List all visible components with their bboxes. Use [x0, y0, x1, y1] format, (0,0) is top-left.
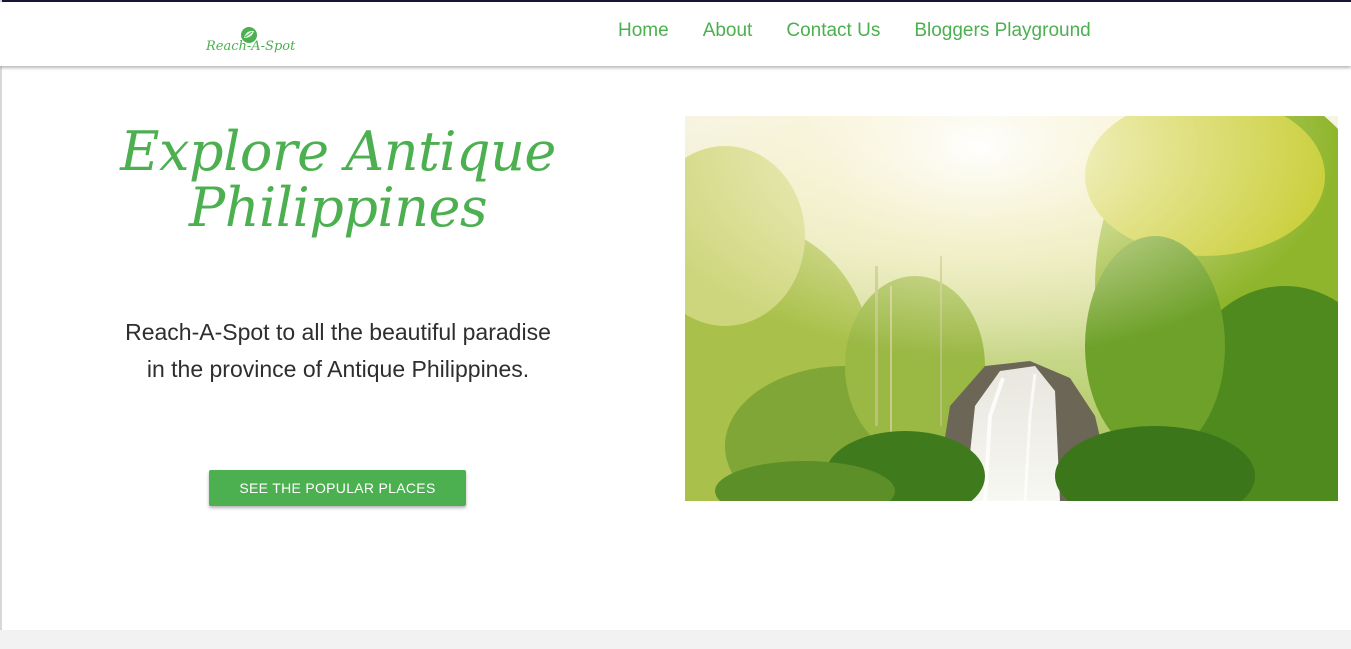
footer-strip — [0, 630, 1351, 649]
nav-links: Home About Contact Us Bloggers Playgroun… — [618, 20, 1125, 42]
left-edge — [0, 0, 2, 649]
nav-link-bloggers-playground[interactable]: Bloggers Playground — [914, 20, 1090, 42]
nav-link-home[interactable]: Home — [618, 20, 669, 42]
hero-title-line2: Philippines — [188, 176, 488, 239]
hero-description: Reach-A-Spot to all the beautiful paradi… — [125, 319, 551, 382]
brand-text: Reach-A-Spot — [206, 39, 296, 54]
hero-waterfall-image — [685, 116, 1338, 501]
brand-logo[interactable]: Reach-A-Spot — [200, 26, 300, 56]
nav-link-about[interactable]: About — [703, 20, 753, 42]
hero-title: Explore Antique Philippines — [90, 124, 586, 236]
navbar: Reach-A-Spot Home About Contact Us Blogg… — [0, 2, 1351, 66]
see-popular-places-button[interactable]: SEE THE POPULAR PLACES — [209, 470, 466, 506]
nav-link-contact-us[interactable]: Contact Us — [786, 20, 880, 42]
hero-title-line1: Explore Antique — [120, 120, 556, 183]
